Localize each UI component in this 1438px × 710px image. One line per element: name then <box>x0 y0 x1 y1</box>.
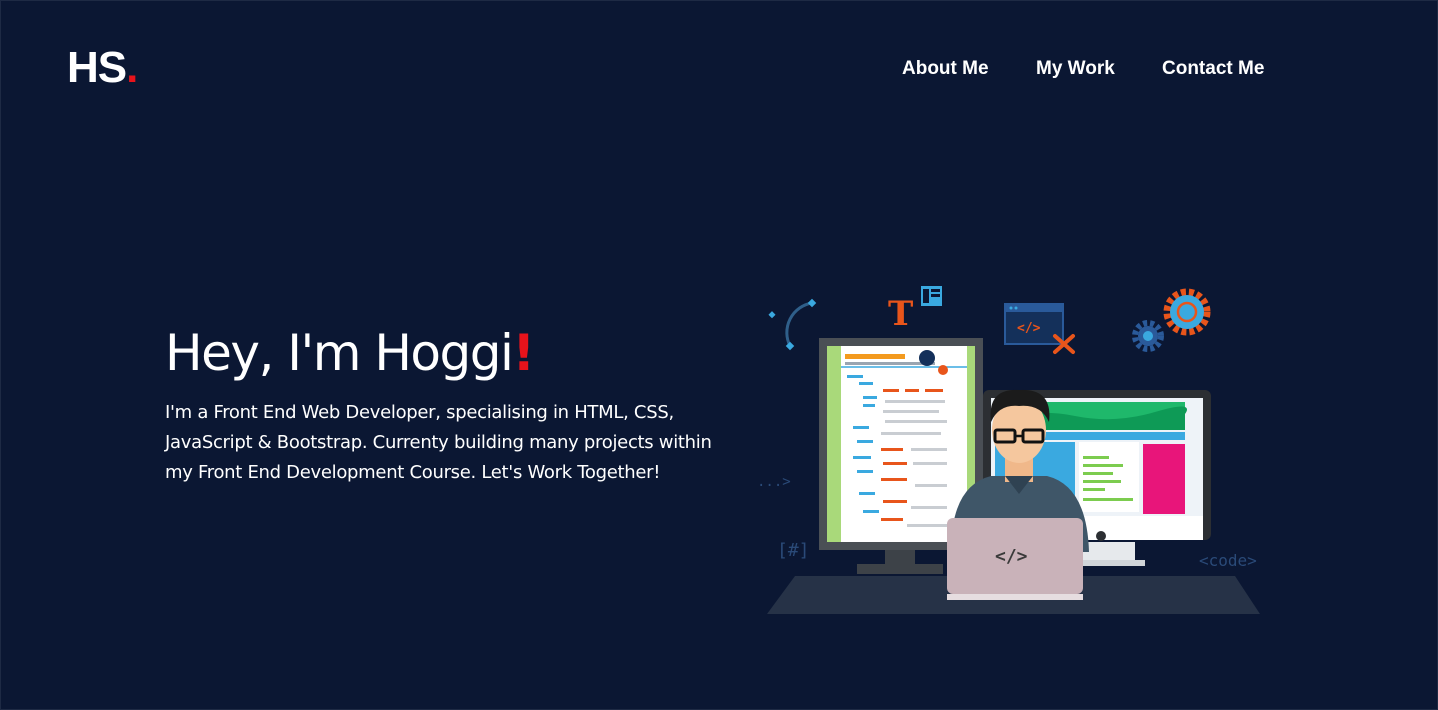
hero-title-accent: ! <box>512 324 535 382</box>
hero-title-text: Hey, I'm Hoggi <box>165 324 514 382</box>
site-logo[interactable]: HS. <box>67 43 138 92</box>
arc-icon <box>768 298 817 351</box>
code-tag-label: <code> <box>1199 551 1257 570</box>
layout-icon <box>921 286 942 306</box>
small-gear-icon <box>1132 320 1164 352</box>
gear-icon <box>1163 288 1211 336</box>
hero-description: I'm a Front End Web Developer, specialis… <box>165 402 712 483</box>
developer-illustration: T </> </> [#] ...> <code> <box>757 286 1260 614</box>
nav-contact-me[interactable]: Contact Me <box>1162 58 1264 80</box>
dots-tag-label: ...> <box>757 474 791 490</box>
code-window-label: </> <box>1017 321 1041 336</box>
hash-tag-label: [#] <box>777 540 810 561</box>
nav-about-me[interactable]: About Me <box>902 58 989 80</box>
nav-my-work[interactable]: My Work <box>1036 58 1115 80</box>
typography-icon: T <box>888 294 913 334</box>
hero-title: Hey, I'm Hoggi! <box>165 324 535 382</box>
logo-dot: . <box>126 43 138 92</box>
laptop-code-label: </> <box>995 546 1028 567</box>
logo-text: HS <box>67 43 127 92</box>
